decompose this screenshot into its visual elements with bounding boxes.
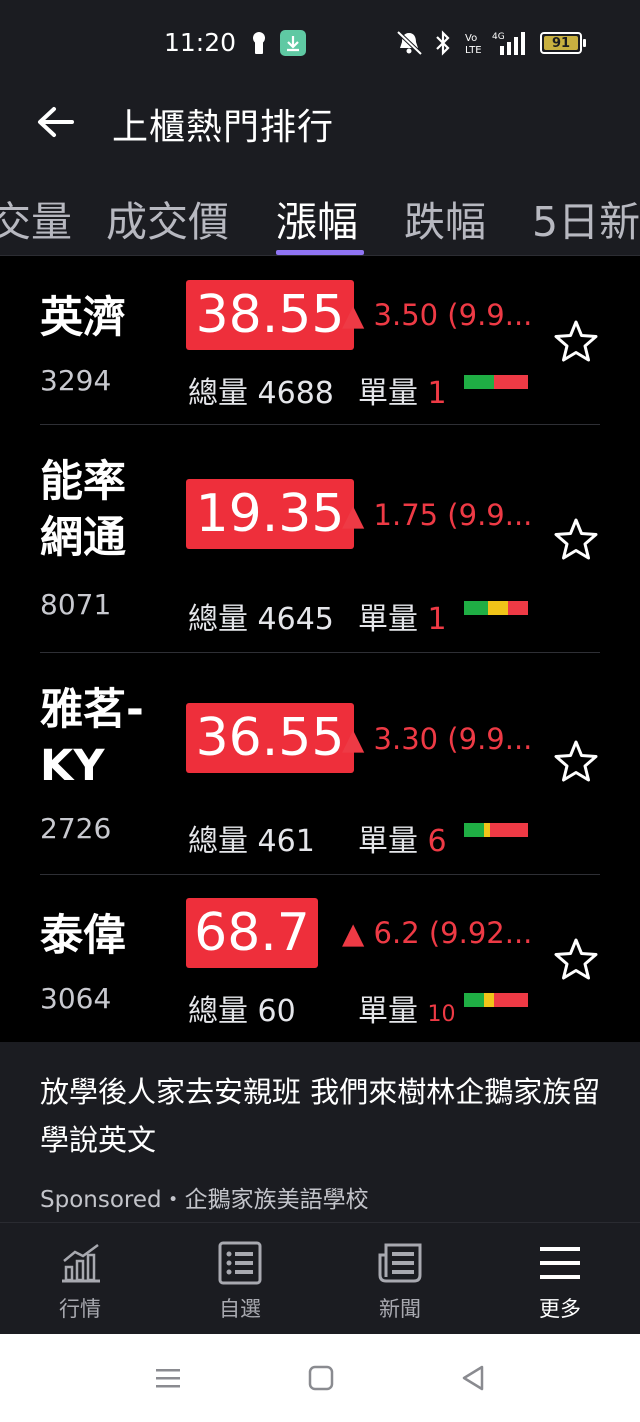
star-icon[interactable] (552, 516, 600, 564)
stock-code: 3064 (40, 982, 112, 1015)
nav-news[interactable]: 新聞 (350, 1241, 450, 1325)
tab-losers[interactable]: 跌幅 (404, 188, 486, 248)
arrow-left-icon (38, 107, 74, 137)
stock-code: 8071 (40, 588, 112, 621)
nav-watchlist[interactable]: 自選 (190, 1241, 290, 1325)
tab-gainers[interactable]: 漲幅 (276, 188, 358, 248)
menu-icon (540, 1247, 580, 1279)
app-header: 上櫃熱門排行 (0, 86, 640, 170)
buy-sell-bar (464, 823, 528, 837)
unit-volume: 單量 10 (358, 994, 456, 1029)
nav-label: 更多 (539, 1297, 581, 1321)
status-bar: 11:20 Vo LTE 4G 91 (0, 0, 640, 86)
unit-volume: 單量 6 (358, 824, 447, 859)
nav-label: 行情 (59, 1297, 101, 1321)
total-volume: 總量 4645 (188, 602, 334, 637)
tab-volume[interactable]: 交量 (0, 188, 72, 248)
recent-apps-icon[interactable] (154, 1364, 182, 1392)
stock-code: 2726 (40, 812, 112, 845)
download-icon (280, 30, 306, 56)
price-badge: 68.7 (186, 898, 318, 968)
price-badge: 38.55 (186, 280, 354, 350)
signal-icon: 4G (492, 30, 526, 56)
tab-indicator (276, 250, 364, 255)
price-badge: 19.35 (186, 479, 354, 549)
stock-row[interactable]: 英濟 3294 38.55 ▲ 3.50 (9.9... 總量 4688 單量 … (0, 256, 640, 424)
svg-text:LTE: LTE (465, 45, 482, 56)
stock-name: 泰偉 (40, 911, 126, 961)
nav-label: 自選 (219, 1297, 261, 1321)
bluetooth-icon (434, 30, 452, 56)
star-icon[interactable] (552, 936, 600, 984)
keyhole-icon (250, 30, 268, 56)
price-change: ▲ 3.30 (9.9... (342, 722, 533, 756)
price-change: ▲ 3.50 (9.9... (342, 298, 533, 332)
buy-sell-bar (464, 601, 528, 615)
svg-text:Vo: Vo (465, 33, 477, 44)
stock-row[interactable]: 能率 網通 8071 19.35 ▲ 1.75 (9.9... 總量 4645 … (0, 424, 640, 652)
total-volume: 總量 4688 (188, 376, 334, 411)
price-change: ▲ 6.2 (9.92... (342, 916, 533, 950)
back-nav-icon[interactable] (460, 1364, 488, 1392)
stock-row[interactable]: 泰偉 3064 68.7 ▲ 6.2 (9.92... 總量 60 單量 10 (0, 874, 640, 1042)
stock-code: 3294 (40, 364, 112, 397)
stock-name: 英濟 (40, 293, 126, 343)
chart-icon (62, 1243, 100, 1283)
system-nav-bar (0, 1334, 640, 1422)
back-button[interactable] (34, 102, 80, 142)
nav-more[interactable]: 更多 (510, 1241, 610, 1325)
volte-icon: Vo LTE (464, 30, 482, 56)
ad-sponsor: Sponsored・企鵝家族美語學校 (40, 1187, 369, 1213)
battery-icon: 91 (540, 30, 586, 56)
price-badge: 36.55 (186, 703, 354, 773)
stock-name: 雅茗- KY (40, 685, 144, 791)
unit-volume: 單量 1 (358, 376, 447, 411)
home-icon[interactable] (307, 1364, 335, 1392)
page-title: 上櫃熱門排行 (112, 107, 335, 148)
status-time: 11:20 (164, 28, 237, 57)
stock-list: 英濟 3294 38.55 ▲ 3.50 (9.9... 總量 4688 單量 … (0, 256, 640, 1042)
buy-sell-bar (464, 375, 528, 389)
buy-sell-bar (464, 993, 528, 1007)
stock-name: 能率 網通 (40, 457, 126, 563)
tab-5day-new[interactable]: 5日新 (532, 188, 640, 248)
nav-market[interactable]: 行情 (30, 1241, 130, 1325)
tab-price[interactable]: 成交價 (106, 188, 229, 248)
star-icon[interactable] (552, 738, 600, 786)
nav-label: 新聞 (379, 1297, 421, 1321)
ad-headline: 放學後人家去安親班 我們來樹林企鵝家族留學說英文 (40, 1075, 601, 1157)
svg-text:4G: 4G (492, 32, 505, 42)
total-volume: 總量 60 (188, 994, 296, 1029)
total-volume: 總量 461 (188, 824, 315, 859)
stock-row[interactable]: 雅茗- KY 2726 36.55 ▲ 3.30 (9.9... 總量 461 … (0, 652, 640, 874)
star-icon[interactable] (552, 318, 600, 366)
price-change: ▲ 1.75 (9.9... (342, 498, 533, 532)
battery-level: 91 (544, 36, 578, 51)
ranking-tabs: 交量 成交價 漲幅 跌幅 5日新 (0, 170, 640, 256)
mute-icon (394, 30, 424, 56)
sponsored-ad[interactable]: 放學後人家去安親班 我們來樹林企鵝家族留學說英文 Sponsored・企鵝家族美… (0, 1042, 640, 1222)
list-icon (218, 1241, 262, 1285)
unit-volume: 單量 1 (358, 602, 447, 637)
bottom-nav: 行情 自選 新聞 更多 (0, 1222, 640, 1334)
news-icon (378, 1243, 422, 1283)
